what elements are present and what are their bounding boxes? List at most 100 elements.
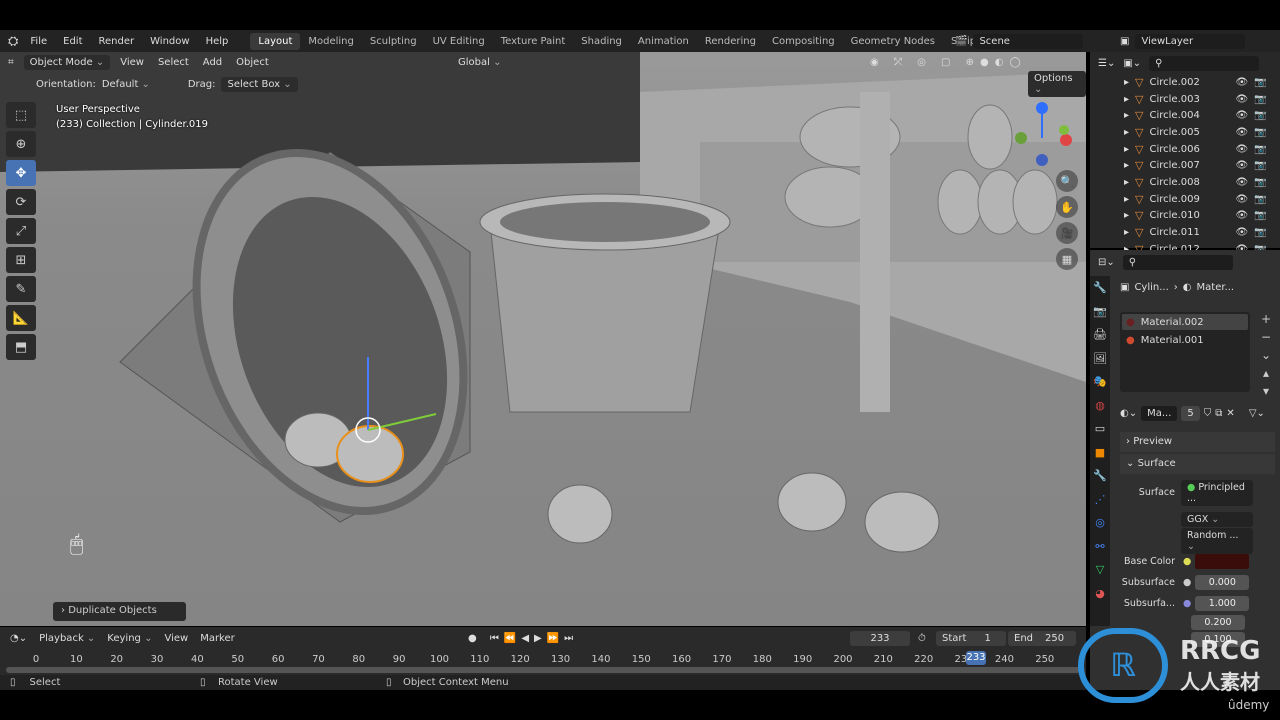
cursor-tool-icon[interactable]: ⊕ xyxy=(6,131,36,157)
constraints-tab-icon[interactable]: ⚯ xyxy=(1090,535,1110,559)
outliner-search-input[interactable]: ⚲ xyxy=(1149,55,1260,71)
expand-arrow-icon[interactable]: ▸ xyxy=(1124,127,1129,138)
menu-render[interactable]: Render xyxy=(91,36,143,47)
expand-arrow-icon[interactable]: ▸ xyxy=(1124,210,1129,221)
current-frame-field[interactable]: 233 xyxy=(850,630,910,646)
tab-shading[interactable]: Shading xyxy=(573,33,630,50)
outliner-item[interactable]: ▸ ▽ Circle.005 👁 📷 xyxy=(1090,124,1280,141)
tab-layout[interactable]: Layout xyxy=(250,32,301,50)
playback-controls[interactable]: ● ⏮⏪◀▶⏩⏭ xyxy=(468,633,578,644)
shading-buttons[interactable]: ◉ ⤱ ◎ ▢ ⊕●◐◯ xyxy=(870,57,1027,68)
view-layer-selector[interactable]: ViewLayer xyxy=(1135,33,1246,49)
playhead[interactable]: 233 xyxy=(966,651,986,665)
select-box-tool-icon[interactable]: ⬚ xyxy=(6,102,36,128)
timeline-scrollbar[interactable] xyxy=(6,667,1080,673)
visibility-eye-icon[interactable]: 👁 xyxy=(1236,210,1249,221)
material-tab-icon[interactable]: ◕ xyxy=(1090,582,1110,606)
editor-type-icon[interactable]: ⊟⌄ xyxy=(1098,257,1115,268)
expand-arrow-icon[interactable]: ▸ xyxy=(1124,194,1129,205)
render-camera-icon[interactable]: 📷 xyxy=(1254,177,1266,188)
scene-selector[interactable]: Scene xyxy=(973,33,1084,49)
scene-icon[interactable]: 🎬 xyxy=(955,36,967,47)
rotate-tool-icon[interactable]: ⟳ xyxy=(6,189,36,215)
expand-arrow-icon[interactable]: ▸ xyxy=(1124,77,1129,88)
browse-material-icon[interactable]: ◐⌄ xyxy=(1120,408,1137,419)
display-mode-icon[interactable]: ☰⌄ xyxy=(1098,58,1115,69)
render-camera-icon[interactable]: 📷 xyxy=(1254,144,1266,155)
move-tool-icon[interactable]: ✥ xyxy=(6,160,36,186)
render-camera-icon[interactable]: 📷 xyxy=(1254,210,1266,221)
render-camera-icon[interactable]: 📷 xyxy=(1254,194,1266,205)
tool-tab-icon[interactable]: 🔧 xyxy=(1090,276,1110,300)
visibility-eye-icon[interactable]: 👁 xyxy=(1236,194,1249,205)
render-camera-icon[interactable]: 📷 xyxy=(1254,77,1266,88)
slot-menu-button[interactable]: ⌄ xyxy=(1258,346,1274,364)
redo-panel[interactable]: › Duplicate Objects xyxy=(53,602,186,621)
data-tab-icon[interactable]: ▽ xyxy=(1090,558,1110,582)
measure-tool-icon[interactable]: 📐 xyxy=(6,305,36,331)
outliner-item[interactable]: ▸ ▽ Circle.004 👁 📷 xyxy=(1090,107,1280,124)
blender-logo-icon[interactable]: ⛭ xyxy=(8,34,18,49)
expand-arrow-icon[interactable]: ▸ xyxy=(1124,227,1129,238)
render-camera-icon[interactable]: 📷 xyxy=(1254,127,1266,138)
object-tab-icon[interactable]: ■ xyxy=(1090,441,1110,465)
visibility-eye-icon[interactable]: 👁 xyxy=(1236,127,1249,138)
expand-arrow-icon[interactable]: ▸ xyxy=(1124,94,1129,105)
outliner-item[interactable]: ▸ ▽ Circle.009 👁 📷 xyxy=(1090,191,1280,208)
world-tab-icon[interactable]: ◍ xyxy=(1090,394,1110,418)
scale-tool-icon[interactable]: ⤢ xyxy=(6,218,36,244)
outliner-item[interactable]: ▸ ▽ Circle.008 👁 📷 xyxy=(1090,174,1280,191)
editor-type-icon[interactable]: ⌗ xyxy=(8,57,14,68)
render-tab-icon[interactable]: 📷 xyxy=(1090,300,1110,324)
timeline-menu-marker[interactable]: Marker xyxy=(200,633,235,644)
visibility-eye-icon[interactable]: 👁 xyxy=(1236,94,1249,105)
expand-arrow-icon[interactable]: ▸ xyxy=(1124,144,1129,155)
material-slot[interactable]: ● Material.002 xyxy=(1122,314,1248,330)
mode-selector[interactable]: Object Mode xyxy=(23,54,111,70)
viewport-menu-view[interactable]: View xyxy=(120,57,144,68)
3d-viewport[interactable] xyxy=(0,52,1086,626)
grid-perspective-icon[interactable]: ▦ xyxy=(1056,248,1078,270)
render-camera-icon[interactable]: 📷 xyxy=(1254,160,1266,171)
timeline-menu-view[interactable]: View xyxy=(164,633,188,644)
user-count[interactable]: 5 xyxy=(1181,406,1200,421)
start-frame-field[interactable]: 1 xyxy=(984,633,990,644)
add-slot-button[interactable]: + xyxy=(1258,310,1274,328)
expand-arrow-icon[interactable]: ▸ xyxy=(1124,177,1129,188)
modifier-tab-icon[interactable]: 🔧 xyxy=(1090,464,1110,488)
visibility-eye-icon[interactable]: 👁 xyxy=(1236,144,1249,155)
tab-compositing[interactable]: Compositing xyxy=(764,33,843,50)
annotate-tool-icon[interactable]: ✎ xyxy=(6,276,36,302)
visibility-eye-icon[interactable]: 👁 xyxy=(1236,77,1249,88)
transform-tool-icon[interactable]: ⊞ xyxy=(6,247,36,273)
render-camera-icon[interactable]: 📷 xyxy=(1254,227,1266,238)
expand-arrow-icon[interactable]: ▸ xyxy=(1124,110,1129,121)
outliner-item[interactable]: ▸ ▽ Circle.003 👁 📷 xyxy=(1090,91,1280,108)
subsurface-method-selector[interactable]: Random ... xyxy=(1181,527,1253,554)
duplicate-icon[interactable]: ⧉ xyxy=(1215,408,1222,419)
add-cube-tool-icon[interactable]: ⬒ xyxy=(6,334,36,360)
orientation-selector[interactable]: Default xyxy=(102,79,182,90)
material-name-field[interactable]: Ma... xyxy=(1141,406,1178,421)
outliner-item[interactable]: ▸ ▽ Circle.002 👁 📷 xyxy=(1090,74,1280,91)
tab-geometry-nodes[interactable]: Geometry Nodes xyxy=(843,33,943,50)
filter-icon[interactable]: ▣⌄ xyxy=(1123,58,1141,69)
zoom-icon[interactable]: 🔍 xyxy=(1056,170,1078,192)
tab-uv-editing[interactable]: UV Editing xyxy=(425,33,493,50)
timeline-menu-playback[interactable]: Playback xyxy=(39,633,95,644)
tab-texture-paint[interactable]: Texture Paint xyxy=(493,33,574,50)
tab-rendering[interactable]: Rendering xyxy=(697,33,764,50)
menu-help[interactable]: Help xyxy=(198,36,237,47)
properties-search-input[interactable]: ⚲ xyxy=(1122,254,1233,270)
tab-sculpting[interactable]: Sculpting xyxy=(362,33,425,50)
transform-orientation-selector[interactable]: Global xyxy=(458,57,501,68)
move-down-button[interactable]: ▾ xyxy=(1258,382,1274,400)
surface-panel-header[interactable]: ⌄ Surface xyxy=(1120,454,1275,474)
tab-modeling[interactable]: Modeling xyxy=(300,33,362,50)
menu-edit[interactable]: Edit xyxy=(55,36,90,47)
physics-tab-icon[interactable]: ◎ xyxy=(1090,511,1110,535)
render-camera-icon[interactable]: 📷 xyxy=(1254,110,1266,121)
remove-slot-button[interactable]: − xyxy=(1258,328,1274,346)
subsurface-radius-x[interactable]: 1.000 xyxy=(1195,596,1250,611)
outliner-item[interactable]: ▸ ▽ Circle.011 👁 📷 xyxy=(1090,224,1280,241)
